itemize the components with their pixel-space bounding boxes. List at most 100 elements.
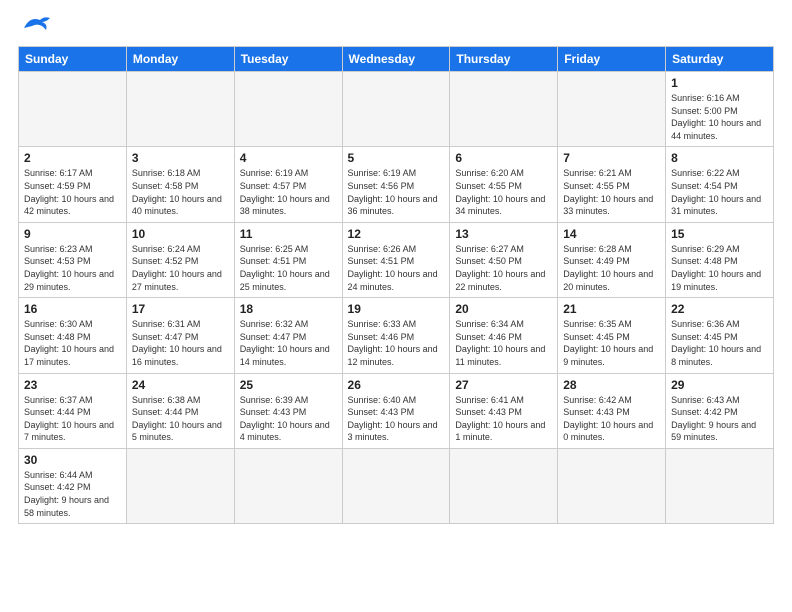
calendar-cell: 26Sunrise: 6:40 AM Sunset: 4:43 PM Dayli…: [342, 373, 450, 448]
day-info: Sunrise: 6:28 AM Sunset: 4:49 PM Dayligh…: [563, 243, 660, 293]
day-info: Sunrise: 6:25 AM Sunset: 4:51 PM Dayligh…: [240, 243, 337, 293]
calendar-cell: [234, 72, 342, 147]
day-info: Sunrise: 6:33 AM Sunset: 4:46 PM Dayligh…: [348, 318, 445, 368]
calendar-cell: 10Sunrise: 6:24 AM Sunset: 4:52 PM Dayli…: [126, 222, 234, 297]
day-info: Sunrise: 6:24 AM Sunset: 4:52 PM Dayligh…: [132, 243, 229, 293]
day-info: Sunrise: 6:42 AM Sunset: 4:43 PM Dayligh…: [563, 394, 660, 444]
calendar-cell: 4Sunrise: 6:19 AM Sunset: 4:57 PM Daylig…: [234, 147, 342, 222]
day-number: 18: [240, 302, 337, 316]
calendar-cell: 12Sunrise: 6:26 AM Sunset: 4:51 PM Dayli…: [342, 222, 450, 297]
day-info: Sunrise: 6:16 AM Sunset: 5:00 PM Dayligh…: [671, 92, 768, 142]
day-info: Sunrise: 6:40 AM Sunset: 4:43 PM Dayligh…: [348, 394, 445, 444]
day-number: 16: [24, 302, 121, 316]
day-info: Sunrise: 6:26 AM Sunset: 4:51 PM Dayligh…: [348, 243, 445, 293]
day-info: Sunrise: 6:41 AM Sunset: 4:43 PM Dayligh…: [455, 394, 552, 444]
day-info: Sunrise: 6:44 AM Sunset: 4:42 PM Dayligh…: [24, 469, 121, 519]
calendar-cell: 25 Sunrise: 6:39 AM Sunset: 4:43 PM Dayli…: [234, 373, 342, 448]
day-info: Sunrise: 6:21 AM Sunset: 4:55 PM Dayligh…: [563, 167, 660, 217]
calendar-cell: 20 Sunrise: 6:34 AM Sunset: 4:46 PM Dayli…: [450, 298, 558, 373]
calendar-cell: 30 Sunrise: 6:44 AM Sunset: 4:42 PM Dayli…: [19, 448, 127, 523]
logo-bird-icon: [22, 14, 52, 36]
day-number: 29: [671, 378, 768, 392]
logo: [18, 18, 52, 36]
day-number: 30: [24, 453, 121, 467]
day-number: 27: [455, 378, 552, 392]
calendar-cell: [342, 448, 450, 523]
day-info: Sunrise: 6:23 AM Sunset: 4:53 PM Dayligh…: [24, 243, 121, 293]
calendar-cell: [450, 448, 558, 523]
calendar-cell: [234, 448, 342, 523]
calendar-cell: 21 Sunrise: 6:35 AM Sunset: 4:45 PM Dayli…: [558, 298, 666, 373]
col-header-sunday: Sunday: [19, 47, 127, 72]
day-info: Sunrise: 6:31 AM Sunset: 4:47 PM Dayligh…: [132, 318, 229, 368]
calendar-cell: 22 Sunrise: 6:36 AM Sunset: 4:45 PM Dayli…: [666, 298, 774, 373]
calendar-cell: 11 Sunrise: 6:25 AM Sunset: 4:51 PM Dayli…: [234, 222, 342, 297]
day-info: Sunrise: 6:37 AM Sunset: 4:44 PM Dayligh…: [24, 394, 121, 444]
day-number: 2: [24, 151, 121, 165]
day-number: 5: [348, 151, 445, 165]
calendar-cell: 6Sunrise: 6:20 AM Sunset: 4:55 PM Daylig…: [450, 147, 558, 222]
day-info: Sunrise: 6:18 AM Sunset: 4:58 PM Dayligh…: [132, 167, 229, 217]
calendar-cell: 8 Sunrise: 6:22 AM Sunset: 4:54 PM Daylig…: [666, 147, 774, 222]
day-number: 23: [24, 378, 121, 392]
day-info: Sunrise: 6:30 AM Sunset: 4:48 PM Dayligh…: [24, 318, 121, 368]
day-info: Sunrise: 6:43 AM Sunset: 4:42 PM Dayligh…: [671, 394, 768, 444]
col-header-tuesday: Tuesday: [234, 47, 342, 72]
calendar-cell: [558, 448, 666, 523]
calendar-cell: 3 Sunrise: 6:18 AM Sunset: 4:58 PM Daylig…: [126, 147, 234, 222]
calendar-cell: 27 Sunrise: 6:41 AM Sunset: 4:43 PM Dayli…: [450, 373, 558, 448]
calendar-cell: [126, 448, 234, 523]
day-number: 20: [455, 302, 552, 316]
day-info: Sunrise: 6:22 AM Sunset: 4:54 PM Dayligh…: [671, 167, 768, 217]
day-number: 24: [132, 378, 229, 392]
day-number: 9: [24, 227, 121, 241]
calendar-cell: 2 Sunrise: 6:17 AM Sunset: 4:59 PM Daylig…: [19, 147, 127, 222]
day-info: Sunrise: 6:19 AM Sunset: 4:56 PM Dayligh…: [348, 167, 445, 217]
col-header-wednesday: Wednesday: [342, 47, 450, 72]
day-info: Sunrise: 6:32 AM Sunset: 4:47 PM Dayligh…: [240, 318, 337, 368]
calendar-cell: 17 Sunrise: 6:31 AM Sunset: 4:47 PM Dayli…: [126, 298, 234, 373]
calendar-cell: [19, 72, 127, 147]
day-info: Sunrise: 6:29 AM Sunset: 4:48 PM Dayligh…: [671, 243, 768, 293]
calendar-cell: 19 Sunrise: 6:33 AM Sunset: 4:46 PM Dayli…: [342, 298, 450, 373]
day-info: Sunrise: 6:34 AM Sunset: 4:46 PM Dayligh…: [455, 318, 552, 368]
col-header-thursday: Thursday: [450, 47, 558, 72]
calendar-cell: 15 Sunrise: 6:29 AM Sunset: 4:48 PM Dayli…: [666, 222, 774, 297]
calendar-cell: [450, 72, 558, 147]
day-number: 28: [563, 378, 660, 392]
day-number: 6: [455, 151, 552, 165]
calendar-cell: [666, 448, 774, 523]
calendar-cell: 18 Sunrise: 6:32 AM Sunset: 4:47 PM Dayli…: [234, 298, 342, 373]
calendar-cell: 24 Sunrise: 6:38 AM Sunset: 4:44 PM Dayli…: [126, 373, 234, 448]
day-info: Sunrise: 6:27 AM Sunset: 4:50 PM Dayligh…: [455, 243, 552, 293]
day-number: 19: [348, 302, 445, 316]
calendar-cell: 1 Sunrise: 6:16 AM Sunset: 5:00 PM Daylig…: [666, 72, 774, 147]
calendar-header-row: SundayMondayTuesdayWednesdayThursdayFrid…: [19, 47, 774, 72]
day-info: Sunrise: 6:38 AM Sunset: 4:44 PM Dayligh…: [132, 394, 229, 444]
day-number: 4: [240, 151, 337, 165]
page: SundayMondayTuesdayWednesdayThursdayFrid…: [0, 0, 792, 612]
day-info: Sunrise: 6:17 AM Sunset: 4:59 PM Dayligh…: [24, 167, 121, 217]
day-number: 17: [132, 302, 229, 316]
col-header-saturday: Saturday: [666, 47, 774, 72]
col-header-monday: Monday: [126, 47, 234, 72]
calendar-cell: [126, 72, 234, 147]
day-number: 21: [563, 302, 660, 316]
day-number: 3: [132, 151, 229, 165]
col-header-friday: Friday: [558, 47, 666, 72]
day-number: 25: [240, 378, 337, 392]
calendar-cell: 23 Sunrise: 6:37 AM Sunset: 4:44 PM Dayli…: [19, 373, 127, 448]
calendar-table: SundayMondayTuesdayWednesdayThursdayFrid…: [18, 46, 774, 524]
header: [18, 18, 774, 36]
day-info: Sunrise: 6:39 AM Sunset: 4:43 PM Dayligh…: [240, 394, 337, 444]
day-number: 11: [240, 227, 337, 241]
day-info: Sunrise: 6:35 AM Sunset: 4:45 PM Dayligh…: [563, 318, 660, 368]
day-number: 22: [671, 302, 768, 316]
day-info: Sunrise: 6:36 AM Sunset: 4:45 PM Dayligh…: [671, 318, 768, 368]
day-number: 8: [671, 151, 768, 165]
calendar-cell: 5 Sunrise: 6:19 AM Sunset: 4:56 PM Daylig…: [342, 147, 450, 222]
day-number: 15: [671, 227, 768, 241]
day-number: 13: [455, 227, 552, 241]
calendar-cell: 14Sunrise: 6:28 AM Sunset: 4:49 PM Dayli…: [558, 222, 666, 297]
day-number: 1: [671, 76, 768, 90]
